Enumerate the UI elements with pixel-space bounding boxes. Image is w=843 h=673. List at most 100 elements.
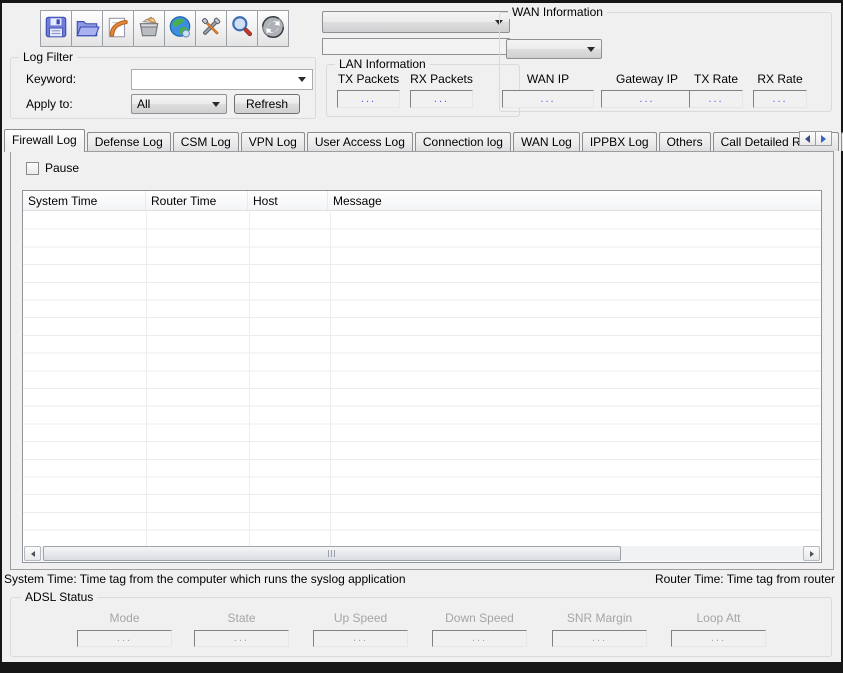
tools-icon bbox=[198, 14, 224, 43]
refresh-button[interactable] bbox=[257, 10, 289, 47]
tab-label: Others bbox=[667, 135, 703, 149]
rx-packets-value: ... bbox=[434, 94, 449, 105]
log-table: System Time Router Time Host Message bbox=[22, 190, 822, 563]
arrow-right-icon bbox=[821, 135, 826, 143]
save-button[interactable] bbox=[40, 10, 72, 47]
adsl-snr-margin-label: SNR Margin bbox=[552, 611, 647, 625]
apply-to-value: All bbox=[137, 97, 150, 111]
wan-information-group: WAN Information WAN IP Gateway IP TX Rat… bbox=[499, 12, 832, 112]
tab-label: VPN Log bbox=[249, 135, 297, 149]
lan-information-group: LAN Information TX Packets RX Packets ..… bbox=[326, 64, 520, 117]
column-header-message[interactable]: Message bbox=[328, 191, 821, 210]
wan-selector-combobox[interactable] bbox=[506, 39, 602, 59]
adsl-up-speed-value: ... bbox=[353, 633, 368, 644]
log-table-body bbox=[23, 212, 821, 546]
adsl-mode-value: ... bbox=[117, 633, 132, 644]
open-folder-icon bbox=[74, 14, 100, 43]
tab-vpn-log[interactable]: VPN Log bbox=[241, 132, 305, 151]
rx-packets-label: RX Packets bbox=[410, 72, 473, 86]
adsl-loop-att-label: Loop Att bbox=[671, 611, 766, 625]
tab-label: Firewall Log bbox=[12, 133, 77, 147]
tab-connection-log[interactable]: Connection log bbox=[415, 132, 511, 151]
tx-packets-value: ... bbox=[361, 94, 376, 105]
tab-label: Defense Log bbox=[95, 135, 163, 149]
gateway-ip-value-box: ... bbox=[601, 90, 693, 108]
wan-information-title: WAN Information bbox=[508, 5, 607, 19]
lan-information-title: LAN Information bbox=[335, 57, 430, 71]
mail-report-button[interactable] bbox=[133, 10, 165, 47]
wan-ip-value-box: ... bbox=[502, 90, 594, 108]
log-table-header: System Time Router Time Host Message bbox=[23, 191, 821, 211]
table-grid-vline bbox=[249, 212, 250, 546]
tab-others[interactable]: Others bbox=[659, 132, 711, 151]
tab-wan-log[interactable]: WAN Log bbox=[513, 132, 580, 151]
log-filter-title: Log Filter bbox=[19, 50, 77, 64]
tab-scroll-right-button[interactable] bbox=[815, 131, 832, 146]
adsl-state-value-box: ... bbox=[194, 630, 289, 647]
column-header-router-time[interactable]: Router Time bbox=[146, 191, 248, 210]
scrollbar-thumb[interactable] bbox=[43, 546, 621, 561]
gateway-ip-value: ... bbox=[639, 94, 654, 105]
adsl-loop-att-value-box: ... bbox=[671, 630, 766, 647]
tab-label: Connection log bbox=[423, 135, 503, 149]
tab-scroll-left-button[interactable] bbox=[799, 131, 816, 146]
arrow-left-icon bbox=[31, 551, 35, 557]
horizontal-scrollbar[interactable] bbox=[24, 546, 820, 561]
log-filter-group: Log Filter Keyword: Apply to: All Refres… bbox=[10, 57, 316, 119]
tab-firewall-log[interactable]: Firewall Log bbox=[4, 129, 85, 152]
adsl-status-group: ADSL Status Mode State Up Speed Down Spe… bbox=[10, 597, 832, 657]
rx-rate-value-box: ... bbox=[753, 90, 807, 108]
save-icon bbox=[43, 14, 69, 43]
adsl-up-speed-value-box: ... bbox=[313, 630, 408, 647]
keyword-combobox[interactable] bbox=[131, 69, 313, 90]
refresh-list-button[interactable]: Refresh bbox=[234, 94, 300, 114]
adsl-state-value: ... bbox=[234, 633, 249, 644]
tab-csm-log[interactable]: CSM Log bbox=[173, 132, 239, 151]
scroll-left-button[interactable] bbox=[24, 546, 41, 561]
wan-ip-label: WAN IP bbox=[502, 72, 594, 86]
arrow-right-icon bbox=[810, 551, 814, 557]
open-file-button[interactable] bbox=[71, 10, 103, 47]
search-icon bbox=[229, 14, 255, 43]
apply-to-combobox[interactable]: All bbox=[131, 94, 227, 114]
tab-ippbx-log[interactable]: IPPBX Log bbox=[582, 132, 657, 151]
chevron-down-icon bbox=[212, 102, 220, 107]
web-globe-icon bbox=[167, 14, 193, 43]
toolbar bbox=[40, 10, 289, 47]
search-button[interactable] bbox=[226, 10, 258, 47]
column-header-system-time[interactable]: System Time bbox=[23, 191, 146, 210]
tx-packets-label: TX Packets bbox=[337, 72, 400, 86]
tab-defense-log[interactable]: Defense Log bbox=[87, 132, 171, 151]
pause-checkbox[interactable] bbox=[26, 162, 39, 175]
router-address-field[interactable] bbox=[322, 38, 510, 55]
router-selector-combobox[interactable] bbox=[322, 11, 510, 33]
tab-user-access-log[interactable]: User Access Log bbox=[307, 132, 413, 151]
adsl-mode-label: Mode bbox=[77, 611, 172, 625]
call-log-button[interactable] bbox=[102, 10, 134, 47]
table-grid-vline bbox=[146, 212, 147, 546]
web-button[interactable] bbox=[164, 10, 196, 47]
keyword-input[interactable] bbox=[132, 70, 298, 89]
adsl-down-speed-label: Down Speed bbox=[432, 611, 527, 625]
refresh-button-label: Refresh bbox=[246, 97, 288, 111]
adsl-snr-margin-value: ... bbox=[592, 633, 607, 644]
refresh-icon bbox=[260, 14, 286, 43]
router-time-hint: Router Time: Time tag from router bbox=[655, 572, 835, 586]
tab-label: WAN Log bbox=[521, 135, 572, 149]
settings-button[interactable] bbox=[195, 10, 227, 47]
syslog-utility-window: Log Filter Keyword: Apply to: All Refres… bbox=[0, 0, 843, 673]
adsl-status-title: ADSL Status bbox=[21, 590, 97, 604]
gateway-ip-label: Gateway IP bbox=[601, 72, 693, 86]
adsl-down-speed-value: ... bbox=[472, 633, 487, 644]
chevron-down-icon bbox=[587, 47, 595, 52]
tx-rate-value: ... bbox=[708, 94, 723, 105]
scroll-right-button[interactable] bbox=[803, 546, 820, 561]
tab-label: IPPBX Log bbox=[590, 135, 649, 149]
chevron-down-icon[interactable] bbox=[298, 77, 306, 82]
tx-packets-value-box: ... bbox=[337, 90, 400, 108]
column-header-host[interactable]: Host bbox=[248, 191, 328, 210]
log-tab-strip: Firewall Log Defense Log CSM Log VPN Log… bbox=[4, 129, 843, 151]
mail-basket-icon bbox=[136, 14, 162, 43]
rx-rate-label: RX Rate bbox=[753, 72, 807, 86]
wan-ip-value: ... bbox=[540, 94, 555, 105]
